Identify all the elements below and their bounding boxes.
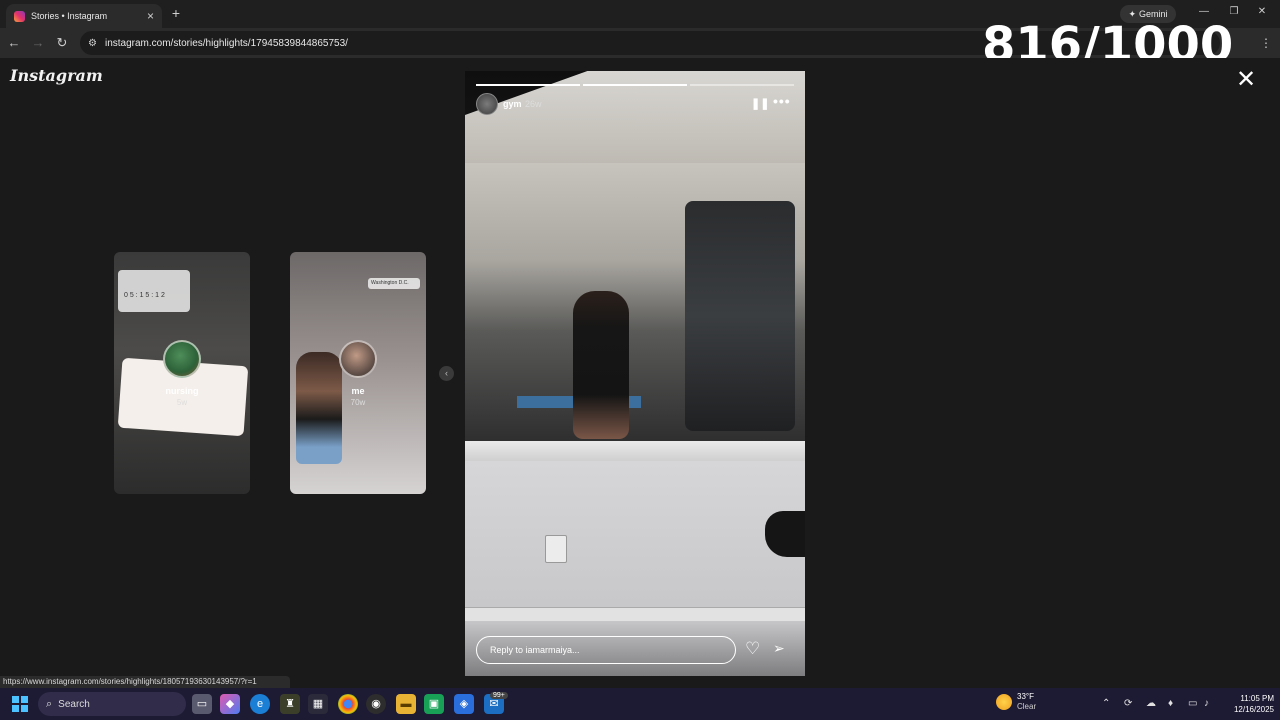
forward-button[interactable]: → [30, 35, 46, 51]
notification-badge: 99+ [490, 692, 508, 699]
tab-close-button[interactable]: × [147, 9, 154, 23]
windows-taskbar: ⌕ Search ▭ ◆ e ♜ ▦ ◉ ▬ ▣ ◈ ✉ 99+ 33°F Cl… [0, 688, 1280, 720]
new-tab-button[interactable]: + [168, 5, 184, 21]
person-image [573, 291, 629, 439]
site-info-icon[interactable]: ⚙ [88, 38, 97, 49]
progress-bar-1 [476, 84, 580, 86]
search-label: Search [58, 698, 90, 710]
store-icon[interactable]: ▦ [308, 694, 328, 714]
chevron-up-icon[interactable]: ⌃ [1102, 698, 1110, 709]
obs-icon[interactable]: ◉ [366, 694, 386, 714]
chrome-icon[interactable] [338, 694, 358, 714]
send-icon[interactable]: ➢ [773, 640, 785, 657]
file-explorer-icon[interactable]: ▬ [396, 694, 416, 714]
app-blue-icon[interactable]: ◈ [454, 694, 474, 714]
outlet-image [545, 535, 567, 563]
reload-button[interactable]: ↻ [54, 35, 70, 51]
story-avatar[interactable] [476, 93, 498, 115]
reply-input[interactable]: Reply to iamarmaiya... [476, 636, 736, 664]
countdown-value: 0 5 : 1 5 : 1 2 [124, 292, 165, 299]
countdown-sticker: 0 5 : 1 5 : 1 2 [118, 270, 190, 312]
selfie-image [296, 352, 342, 464]
tab-title: Stories • Instagram [31, 11, 108, 21]
close-stories-button[interactable]: ✕ [1234, 68, 1258, 92]
progress-bar-2 [583, 84, 687, 86]
story-viewer[interactable]: gym 26w ❚❚ ••• Reply to iamarmaiya... ♡ … [465, 71, 805, 676]
progress-bar-3 [690, 84, 794, 86]
app-icon[interactable]: ♜ [280, 694, 300, 714]
previous-story-button[interactable]: ‹ [439, 366, 454, 381]
highlight-preview-me[interactable]: Washington D.C. me 70w [290, 252, 426, 494]
weather-temp: 33°F [1017, 692, 1034, 701]
microphone-icon[interactable]: ♦ [1168, 698, 1173, 709]
window-close-button[interactable]: ✕ [1252, 6, 1272, 20]
like-heart-icon[interactable]: ♡ [745, 639, 760, 659]
highlight-preview-nursing[interactable]: 0 5 : 1 5 : 1 2 nursing 5w [114, 252, 250, 494]
highlight-label: me [351, 386, 365, 396]
network-icon[interactable]: ▭ [1188, 698, 1197, 709]
windows-start-icon[interactable] [12, 696, 28, 712]
clock[interactable]: 11:05 PM 12/16/2025 [1224, 693, 1274, 715]
highlight-label: nursing [165, 386, 199, 396]
highlight-age: 5w [176, 398, 188, 407]
highlight-avatar [339, 340, 377, 378]
highlight-avatar [163, 340, 201, 378]
clock-date: 12/16/2025 [1233, 705, 1274, 714]
instagram-logo[interactable]: Instagram [10, 66, 103, 85]
story-username[interactable]: gym [503, 99, 522, 109]
url-text: instagram.com/stories/highlights/1794583… [104, 37, 348, 49]
search-icon: ⌕ [46, 697, 53, 710]
tab-stories-instagram[interactable]: Stories • Instagram × [6, 4, 162, 28]
story-age: 26w [525, 99, 542, 109]
location-sticker: Washington D.C. [368, 278, 420, 289]
app-green-icon[interactable]: ▣ [424, 694, 444, 714]
gym-equipment-image [685, 201, 795, 431]
copilot-icon[interactable]: ◆ [220, 694, 240, 714]
weather-widget[interactable]: 33°F Clear [996, 692, 1036, 712]
equipment-handle-image [765, 511, 805, 557]
highlight-age: 70w [350, 398, 366, 407]
back-button[interactable]: ← [6, 35, 22, 51]
sync-icon[interactable]: ⟳ [1124, 698, 1132, 709]
pause-icon[interactable]: ❚❚ [751, 97, 769, 110]
weather-condition: Clear [1017, 702, 1037, 711]
mirror-frame [465, 441, 805, 461]
link-status-bar: https://www.instagram.com/stories/highli… [0, 676, 290, 688]
taskbar-search[interactable]: ⌕ Search [38, 692, 186, 716]
menu-icon[interactable]: ⋮ [1258, 35, 1274, 51]
instagram-favicon-icon [14, 10, 25, 22]
cloud-icon[interactable]: ☁ [1146, 698, 1156, 709]
task-view-icon[interactable]: ▭ [192, 694, 212, 714]
volume-icon[interactable]: ♪ [1204, 698, 1209, 709]
weather-sun-icon [996, 694, 1012, 710]
clock-time: 11:05 PM [1240, 694, 1274, 703]
baseboard-image [465, 607, 805, 621]
more-options-icon[interactable]: ••• [773, 93, 791, 109]
stories-page: Instagram ✕ 0 5 : 1 5 : 1 2 nursing 5w W… [0, 58, 1280, 676]
edge-icon[interactable]: e [250, 694, 270, 714]
